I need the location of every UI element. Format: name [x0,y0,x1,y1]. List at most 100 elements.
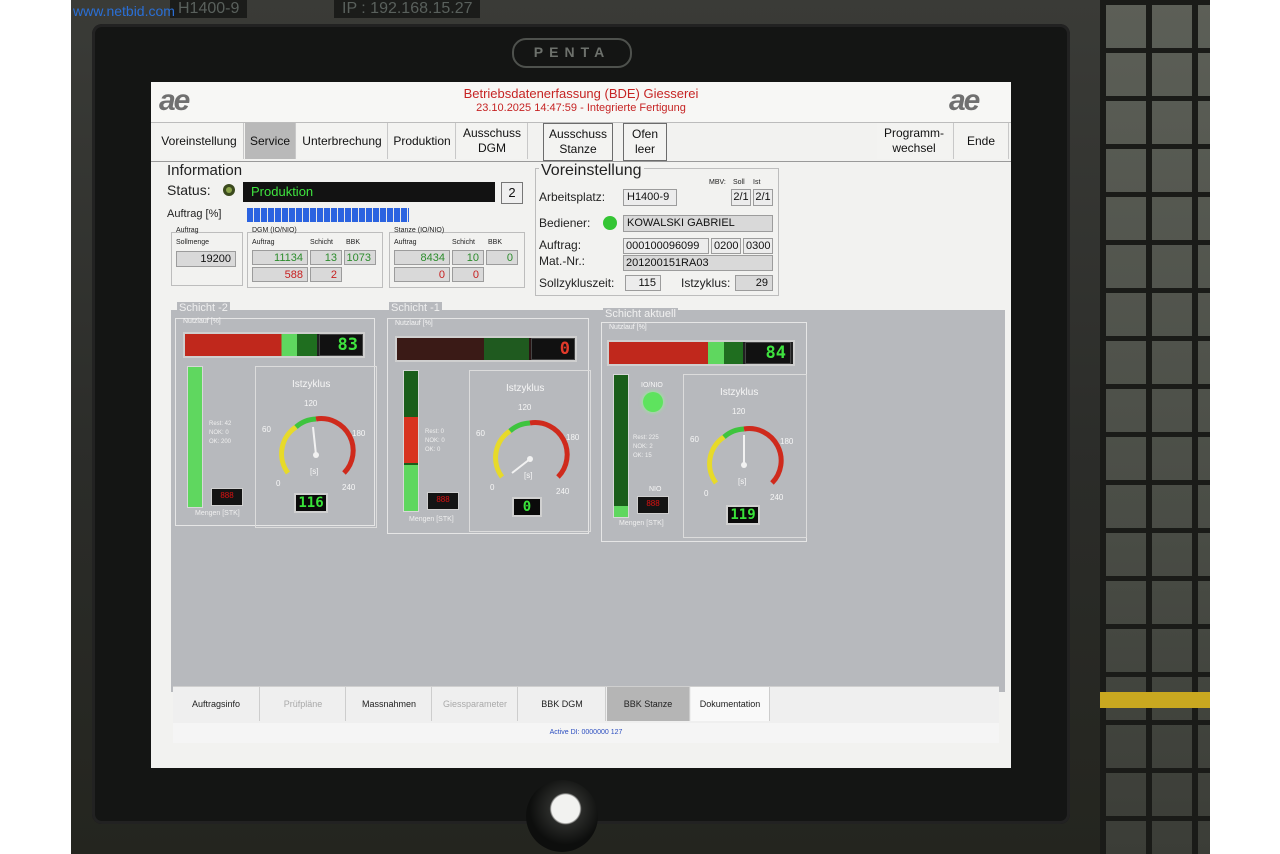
istzyklus-label: Istzyklus: [681,276,731,290]
shift-current-gauge-panel: Istzyklus 120 60 180 0 240 [s] 119 [683,374,807,538]
auftrag-percent-label: Auftrag [%] [167,208,222,220]
watermark: www.netbid.com [73,3,175,19]
bottom-pruefplaene[interactable]: Prüfpläne [261,687,346,721]
mbv-ist-label: Ist [753,179,761,186]
stanze-nio-schicht: 0 [452,267,484,282]
shift-current-scale-240: 240 [770,493,784,502]
menu-ausschuss-dgm[interactable]: Ausschuss DGM [457,123,528,159]
shift-minus1-nutzlauf-fill [397,338,529,360]
shift-minus2-legend-nok: NOK: 0 [209,430,229,436]
bediener-label: Bediener: [539,216,591,230]
menu-programmwechsel-line2: wechsel [892,141,936,155]
auftrag-box-sub: Sollmenge [176,239,210,246]
stanze-col-bbk: BBK [488,239,503,246]
auftrag-number: 000100096099 [623,238,709,254]
shift-current-title: Schicht aktuell [603,308,678,320]
shift-current-legend: Rest: 225 NOK: 2 OK: 15 [633,434,659,461]
auftrag-sollmenge-box: Auftrag Sollmenge 19200 [171,227,243,286]
dgm-col-auftrag: Auftrag [252,239,275,246]
matnr-label: Mat.-Nr.: [539,254,586,268]
dgm-box: DGM (IO/NIO) Auftrag Schicht BBK 11134 1… [247,227,383,288]
shift-current-legend-rest: Rest: 225 [633,435,659,441]
wire-cage [1100,0,1210,854]
auftrag-progress-fill [247,208,410,222]
shift-minus2-gauge-panel: Istzyklus 120 60 180 0 240 [s] 116 [255,366,377,528]
bediener-value: KOWALSKI GABRIEL [623,215,773,232]
shift-minus1-mengen-red [404,417,418,463]
bottom-auftragsinfo[interactable]: Auftragsinfo [173,687,260,721]
shift-minus1-unit: [s] [524,471,533,480]
shift-minus1-istzyklus-value: 0 [512,497,542,517]
shift-area: Schicht -2 Nutzlauf [%] 83 Rest: 42 NOK:… [171,302,1005,692]
stanze-box: Stanze (IO/NIO) Auftrag Schicht BBK 8434… [389,227,525,288]
stanze-nio-auftrag: 0 [394,267,450,282]
dgm-io-auftrag: 11134 [252,250,308,265]
bottom-dokumentation[interactable]: Dokumentation [691,687,770,721]
stanze-io-auftrag: 8434 [394,250,450,265]
menu-service[interactable]: Service [245,123,296,159]
shift-minus2-nutzlauf-value: 83 [319,334,363,356]
app-header: ae Betriebsdatenerfassung (BDE) Giessere… [151,82,1011,123]
stanze-col-auftrag: Auftrag [394,239,417,246]
shift-minus2-scale-240: 240 [342,483,356,492]
shift-minus1-nio-value: 888 [427,492,459,510]
arbeitsplatz-label: Arbeitsplatz: [539,190,606,204]
menu-ausschuss-stanze-line2: Stanze [559,142,597,156]
penta-logo: PENTA [512,38,632,68]
menu-ausschuss-stanze[interactable]: Ausschuss Stanze [543,123,613,161]
matnr-value: 201200151RA03 [623,255,773,271]
menu-ausschuss-dgm-line2: DGM [478,141,506,155]
shift-current-legend-ok: OK: 15 [633,453,652,459]
shift-minus2-unit: [s] [310,467,319,476]
shift-minus2-nio-value: 888 [211,488,243,506]
mbv-ist-value: 2/1 [753,189,773,206]
shift-current-nutzlauf-label: Nutzlauf [%] [609,324,647,331]
shift-current-nutzlauf-fill [609,342,743,364]
main-menu: Voreinstellung Service Unterbrechung Pro… [151,123,1011,162]
menu-unterbrechung[interactable]: Unterbrechung [297,123,388,159]
shift-minus1-istzyklus-title: Istzyklus [506,383,545,394]
shift-minus2-title: Schicht -2 [177,302,230,314]
shift-minus2-nutzlauf-bar: 83 [183,332,365,358]
bottom-giessparameter[interactable]: Giessparameter [433,687,518,721]
stanze-col-schicht: Schicht [452,239,475,246]
yellow-beam [1100,692,1210,708]
stanze-io-bbk: 0 [486,250,518,265]
status-display: Produktion [243,182,495,202]
auftrag-pos1: 0200 [711,238,741,254]
app-title: Betriebsdatenerfassung (BDE) Giesserei [463,86,699,101]
auftrag-pos2: 0300 [743,238,773,254]
shift-current-legend-nok: NOK: 2 [633,444,653,450]
control-knob[interactable] [526,780,598,852]
menu-programmwechsel[interactable]: Programm- wechsel [877,123,951,159]
sollzyklus-label: Sollzykluszeit: [539,276,615,290]
mbv-soll-label: Soll [733,179,745,186]
status-indicator-icon [221,181,237,199]
shift-minus2-mengen-fill [188,367,202,507]
bottom-bbk-dgm[interactable]: BBK DGM [519,687,606,721]
bottom-bbk-stanze[interactable]: BBK Stanze [607,687,690,721]
shift-minus1-mengen-fill [404,464,418,511]
shift-minus2-legend-ok: OK: 200 [209,439,232,445]
arbeitsplatz-value: H1400-9 [623,189,677,206]
dgm-nio-schicht: 2 [310,267,342,282]
bottom-massnahmen[interactable]: Massnahmen [347,687,432,721]
shift-minus1-legend-rest: Rest: 0 [425,429,445,435]
menu-produktion[interactable]: Produktion [389,123,456,159]
shift-minus1-legend-nok: NOK: 0 [425,438,445,444]
app-datetime: 23.10.2025 14:47:59 - Integrierte Fertig… [476,102,686,114]
mbv-soll-value: 2/1 [731,189,751,206]
stanze-io-schicht: 10 [452,250,484,265]
shift-minus1-mengen-label: Mengen [STK] [409,516,454,523]
status-count: 2 [501,182,523,204]
menu-ofen-leer[interactable]: Ofen leer [623,123,667,161]
bottom-menu: Auftragsinfo Prüfpläne Massnahmen Giessp… [173,686,999,723]
menu-programmwechsel-line1: Programm- [883,126,944,140]
shift-current-nio-label: NIO [649,486,662,493]
dgm-io-schicht: 13 [310,250,342,265]
status-label: Status: [167,182,211,198]
status-bar: Active DI: 0000000 127 [173,723,999,743]
menu-ende[interactable]: Ende [953,123,1009,159]
shift-minus1-legend-ok: OK: 0 [425,447,441,453]
menu-voreinstellung[interactable]: Voreinstellung [155,123,244,159]
